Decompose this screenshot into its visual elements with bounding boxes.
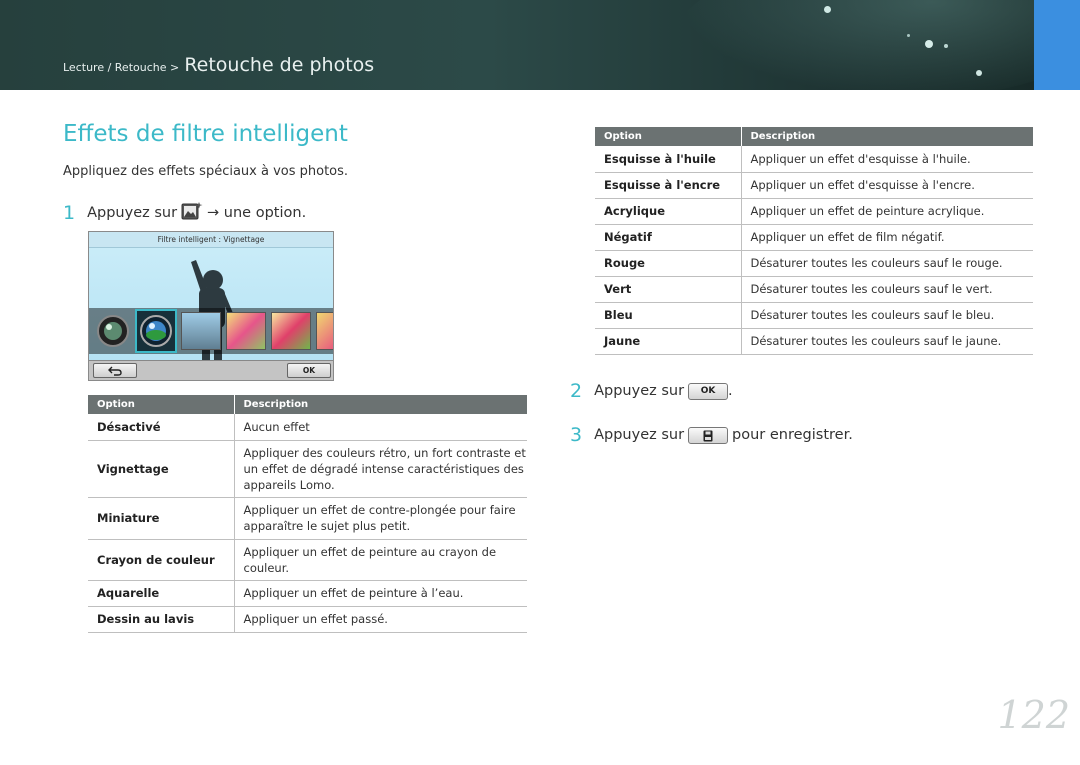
- screen-bottom-bar: OK: [89, 360, 333, 380]
- column-header: Option: [88, 395, 234, 414]
- step-number: 1: [63, 202, 76, 224]
- sparkle-dot: [976, 70, 982, 76]
- option-description: Appliquer un effet de peinture au crayon…: [233, 539, 527, 581]
- table-row: Crayon de couleur Appliquer un effet de …: [88, 539, 527, 581]
- options-table-left: Option Description Désactivé Aucun effet…: [88, 395, 527, 633]
- breadcrumb-parent: Lecture / Retouche >: [63, 61, 180, 74]
- page-header: Lecture / Retouche > Retouche de photos: [0, 0, 1080, 90]
- corner-tab: [1034, 0, 1080, 90]
- options-table-right: Option Description Esquisse à l'huile Ap…: [595, 127, 1033, 355]
- step-1: 1 Appuyez sur → une option.: [63, 201, 306, 225]
- sparkle-dot: [925, 40, 933, 48]
- option-name: Vert: [595, 276, 741, 303]
- filter-thumb-watercolor[interactable]: [271, 312, 311, 350]
- option-description: Désaturer toutes les couleurs sauf le ve…: [740, 276, 1033, 303]
- table-row: Désactivé Aucun effet: [88, 414, 527, 441]
- save-key: [688, 426, 729, 445]
- table-row: Négatif Appliquer un effet de film négat…: [595, 224, 1033, 251]
- option-name: Rouge: [595, 250, 741, 277]
- header-glow: [680, 0, 1080, 90]
- page-number: 122: [997, 693, 1070, 737]
- sparkle-dot: [907, 34, 910, 37]
- filter-thumb-off[interactable]: [93, 312, 133, 350]
- screen-back-button[interactable]: [93, 363, 137, 378]
- option-name: Jaune: [595, 328, 741, 355]
- option-name: Esquisse à l'encre: [595, 172, 741, 199]
- table-row: Bleu Désaturer toutes les couleurs sauf …: [595, 302, 1033, 329]
- table-row: Vignettage Appliquer des couleurs rétro,…: [88, 440, 527, 498]
- table-row: Acrylique Appliquer un effet de peinture…: [595, 198, 1033, 225]
- back-arrow-icon: [108, 366, 122, 378]
- table-row: Jaune Désaturer toutes les couleurs sauf…: [595, 328, 1033, 355]
- smart-filter-icon: [181, 201, 203, 225]
- filter-thumb-colored-pencil[interactable]: [226, 312, 266, 350]
- camera-screen-preview: Filtre intelligent : Vignettage OK: [88, 231, 334, 381]
- table-row: Dessin au lavis Appliquer un effet passé…: [88, 606, 527, 633]
- filter-thumb-ink-wash[interactable]: [316, 312, 333, 350]
- step-3: 3 Appuyez sur pour enregistrer.: [570, 424, 853, 446]
- sparkle-dot: [824, 6, 831, 13]
- page-title: Effets de filtre intelligent: [63, 121, 348, 147]
- filter-thumb-vignette-selected[interactable]: [135, 309, 177, 353]
- option-description: Désaturer toutes les couleurs sauf le bl…: [740, 302, 1033, 329]
- screen-ok-button[interactable]: OK: [287, 363, 331, 378]
- option-description: Désaturer toutes les couleurs sauf le ja…: [740, 328, 1033, 355]
- column-header: Description: [740, 127, 1033, 146]
- table-row: Esquisse à l'encre Appliquer un effet d'…: [595, 172, 1033, 199]
- option-description: Désaturer toutes les couleurs sauf le ro…: [740, 250, 1033, 277]
- option-name: Vignettage: [88, 440, 234, 498]
- option-description: Appliquer un effet d'esquisse à l'huile.: [740, 146, 1033, 173]
- option-name: Acrylique: [595, 198, 741, 225]
- option-description: Appliquer un effet passé.: [233, 606, 527, 633]
- option-name: Bleu: [595, 302, 741, 329]
- table-row: Miniature Appliquer un effet de contre-p…: [88, 497, 527, 540]
- option-description: Aucun effet: [233, 414, 527, 441]
- screen-status-bar: Filtre intelligent : Vignettage: [89, 232, 333, 248]
- ok-key: OK: [688, 382, 729, 400]
- option-description: Appliquer un effet de peinture acrylique…: [740, 198, 1033, 225]
- step-text: → une option.: [207, 205, 307, 221]
- option-name: Négatif: [595, 224, 741, 251]
- option-description: Appliquer des couleurs rétro, un fort co…: [233, 440, 527, 498]
- option-name: Désactivé: [88, 414, 234, 441]
- option-description: Appliquer un effet de contre-plongée pou…: [233, 497, 527, 540]
- option-name: Crayon de couleur: [88, 539, 234, 581]
- step-text: .: [728, 383, 733, 399]
- table-row: Rouge Désaturer toutes les couleurs sauf…: [595, 250, 1033, 277]
- option-name: Miniature: [88, 497, 234, 540]
- step-number: 2: [570, 380, 583, 402]
- step-text: pour enregistrer.: [732, 427, 853, 443]
- option-name: Dessin au lavis: [88, 606, 234, 633]
- sparkle-dot: [944, 44, 948, 48]
- table-row: Aquarelle Appliquer un effet de peinture…: [88, 580, 527, 607]
- option-description: Appliquer un effet d'esquisse à l'encre.: [740, 172, 1033, 199]
- option-description: Appliquer un effet de peinture à l’eau.: [233, 580, 527, 607]
- option-description: Appliquer un effet de film négatif.: [740, 224, 1033, 251]
- column-header: Option: [595, 127, 741, 146]
- filter-thumb-miniature[interactable]: [181, 312, 221, 350]
- table-row: Esquisse à l'huile Appliquer un effet d'…: [595, 146, 1033, 173]
- option-name: Aquarelle: [88, 580, 234, 607]
- step-text: Appuyez sur: [87, 205, 178, 221]
- step-text: Appuyez sur: [594, 383, 685, 399]
- column-header: Description: [233, 395, 527, 414]
- option-name: Esquisse à l'huile: [595, 146, 741, 173]
- table-row: Vert Désaturer toutes les couleurs sauf …: [595, 276, 1033, 303]
- intro-text: Appliquez des effets spéciaux à vos phot…: [63, 164, 349, 179]
- save-icon: [703, 430, 713, 445]
- breadcrumb-current: Retouche de photos: [184, 54, 375, 76]
- step-number: 3: [570, 424, 583, 446]
- step-text: Appuyez sur: [594, 427, 685, 443]
- step-2: 2 Appuyez sur OK .: [570, 380, 733, 402]
- breadcrumb: Lecture / Retouche > Retouche de photos: [63, 54, 374, 76]
